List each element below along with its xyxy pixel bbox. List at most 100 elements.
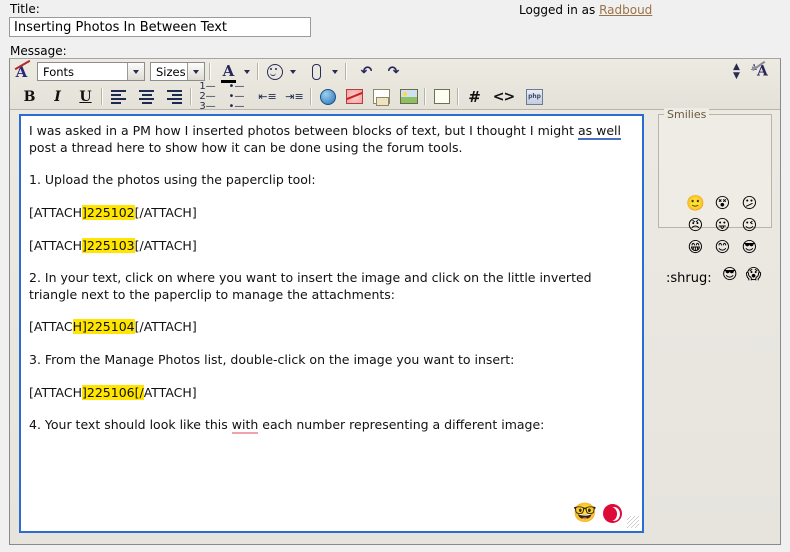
wysiwyg-editor: A Fonts Sizes A [9, 58, 781, 545]
attachment-dropdown-icon[interactable] [328, 61, 341, 83]
toggle-source-mode-icon[interactable]: AA [748, 61, 771, 83]
font-size-value: Sizes [151, 65, 187, 79]
smiley-grin-green-icon[interactable]: 😁 [688, 240, 704, 255]
smiley-wink-blue-icon[interactable]: 😉 [742, 218, 758, 233]
page-root: Title: Logged in as Radboud Message: A F… [0, 0, 790, 552]
message-body-text: I was asked in a PM how I inserted photo… [21, 116, 642, 434]
align-center-button[interactable] [135, 86, 158, 108]
attachment-paperclip-icon[interactable] [305, 61, 328, 83]
highlighted-text: H]225104 [73, 319, 135, 334]
text-run: post a thread here to show how it can be… [29, 140, 462, 155]
smilies-grid: 🙂 😵 😕 😠 😛 😉 😁 😊 😎 [682, 192, 768, 258]
indent-button[interactable]: ⇥≡ [283, 86, 306, 108]
toolbar-divider [424, 88, 426, 105]
paragraph-step-3: 3. From the Manage Photos list, double-c… [29, 352, 634, 369]
paragraph-attach-225106: [ATTACH]225106[/ATTACH] [29, 385, 634, 402]
logged-in-prefix: Logged in as [519, 3, 595, 17]
spellcheck-pink-underline: with [232, 417, 259, 434]
unordered-list-button[interactable]: •—•—•— [225, 86, 248, 108]
text-run: [ATTACH [29, 238, 82, 253]
font-color-icon[interactable]: A [217, 61, 240, 83]
chevron-down-icon[interactable] [127, 63, 144, 80]
align-left-button[interactable] [107, 86, 130, 108]
smiley-confused-purple-icon[interactable]: 😵 [715, 196, 731, 211]
highlighted-text: ]225102 [82, 205, 135, 220]
toggle-height-icon[interactable]: ▲▼ [725, 61, 748, 83]
underline-button[interactable]: U [74, 86, 97, 108]
text-run: each number representing a different ima… [258, 417, 544, 432]
text-run: [ATTACH [29, 385, 82, 400]
paragraph-attach-225103: [ATTACH]225103[/ATTACH] [29, 238, 634, 255]
italic-button[interactable]: I [46, 86, 69, 108]
editor-footer-icons: 🤓 [573, 504, 622, 523]
chevron-down-icon[interactable] [187, 63, 204, 80]
paragraph-step-4: 4. Your text should look like this with … [29, 417, 634, 434]
bold-button[interactable]: B [18, 86, 41, 108]
shrug-code-label[interactable]: :shrug: [666, 271, 712, 286]
insert-quote-button[interactable] [430, 86, 453, 108]
text-run: [ATTAC [29, 319, 73, 334]
align-right-button[interactable] [163, 86, 186, 108]
paragraph-intro: I was asked in a PM how I inserted photo… [29, 123, 634, 156]
text-run: 2. In your text, click on where you want… [29, 270, 592, 302]
red-moon-badge-icon[interactable] [603, 504, 622, 523]
font-size-combo[interactable]: Sizes [150, 62, 205, 81]
text-run: 3. From the Manage Photos list, double-c… [29, 352, 514, 367]
text-run: [ATTACH [29, 205, 82, 220]
highlighted-text: ]225106[/ [82, 385, 144, 400]
username-link[interactable]: Radboud [599, 3, 652, 17]
nerd-face-icon[interactable]: 🤓 [573, 504, 597, 523]
toolbar-divider [457, 88, 459, 105]
smiley-blush-pink-icon[interactable]: 😊 [715, 240, 731, 255]
toolbar-divider [345, 63, 347, 80]
message-body-editor[interactable]: I was asked in a PM how I inserted photo… [19, 114, 644, 533]
toolbar-divider [310, 88, 312, 105]
text-run: I was asked in a PM how I inserted photo… [29, 123, 578, 138]
insert-php-button[interactable]: php [523, 86, 546, 108]
smiley-angry-red-icon[interactable]: 😠 [688, 218, 704, 233]
font-family-value: Fonts [38, 65, 127, 79]
font-color-dropdown-icon[interactable] [240, 61, 253, 83]
title-label: Title: [10, 2, 40, 16]
paragraph-step-1: 1. Upload the photos using the paperclip… [29, 172, 634, 189]
undo-icon[interactable]: ↶ [355, 61, 378, 83]
toolbar-divider [190, 88, 192, 105]
message-label: Message: [10, 44, 67, 58]
editor-logo-icon[interactable]: A [10, 61, 33, 83]
title-input[interactable] [9, 17, 311, 37]
insert-code-hash-button[interactable]: # [463, 86, 486, 108]
toolbar-divider [101, 88, 103, 105]
remove-link-button[interactable] [343, 86, 366, 108]
insert-email-button[interactable] [370, 86, 393, 108]
smilies-shrug-row: 😎 😱 [722, 267, 761, 282]
insert-link-button[interactable] [316, 86, 339, 108]
smiley-cool-blue-icon[interactable]: 😎 [742, 240, 758, 255]
smiley-shocked-icon[interactable]: 😱 [746, 267, 762, 282]
toolbar-divider [209, 63, 211, 80]
logged-in-status: Logged in as Radboud [519, 3, 652, 17]
text-run: ATTACH] [144, 385, 197, 400]
smiley-sunglasses-icon[interactable]: 😎 [722, 267, 738, 282]
insert-code-button[interactable]: <> [492, 86, 515, 108]
toolbar-divider [257, 63, 259, 80]
redo-icon[interactable]: ↷ [382, 61, 405, 83]
toolbar-row-1: A Fonts Sizes A [10, 59, 780, 84]
insert-image-button[interactable] [397, 86, 420, 108]
paragraph-attach-225102: [ATTACH]225102[/ATTACH] [29, 205, 634, 222]
editor-resize-grip[interactable] [627, 516, 639, 528]
smiley-questioning-icon[interactable]: 😕 [742, 196, 758, 211]
smilies-panel-legend: Smilies [664, 108, 709, 121]
smiley-insert-icon[interactable] [263, 61, 286, 83]
font-family-combo[interactable]: Fonts [37, 62, 145, 81]
smiley-tongue-pink-icon[interactable]: 😛 [715, 218, 731, 233]
text-run: [/ATTACH] [135, 205, 197, 220]
ordered-list-button[interactable]: 1—2—3— [196, 86, 219, 108]
paragraph-attach-225104: [ATTACH]225104[/ATTACH] [29, 319, 634, 336]
text-run: [/ATTACH] [135, 238, 197, 253]
smiley-happy-icon[interactable]: 🙂 [686, 196, 705, 211]
outdent-button[interactable]: ⇤≡ [256, 86, 279, 108]
highlighted-text: ]225103 [82, 238, 135, 253]
spellcheck-blue-underline: as well [578, 123, 621, 140]
text-run: 4. Your text should look like this [29, 417, 232, 432]
smiley-dropdown-icon[interactable] [286, 61, 299, 83]
